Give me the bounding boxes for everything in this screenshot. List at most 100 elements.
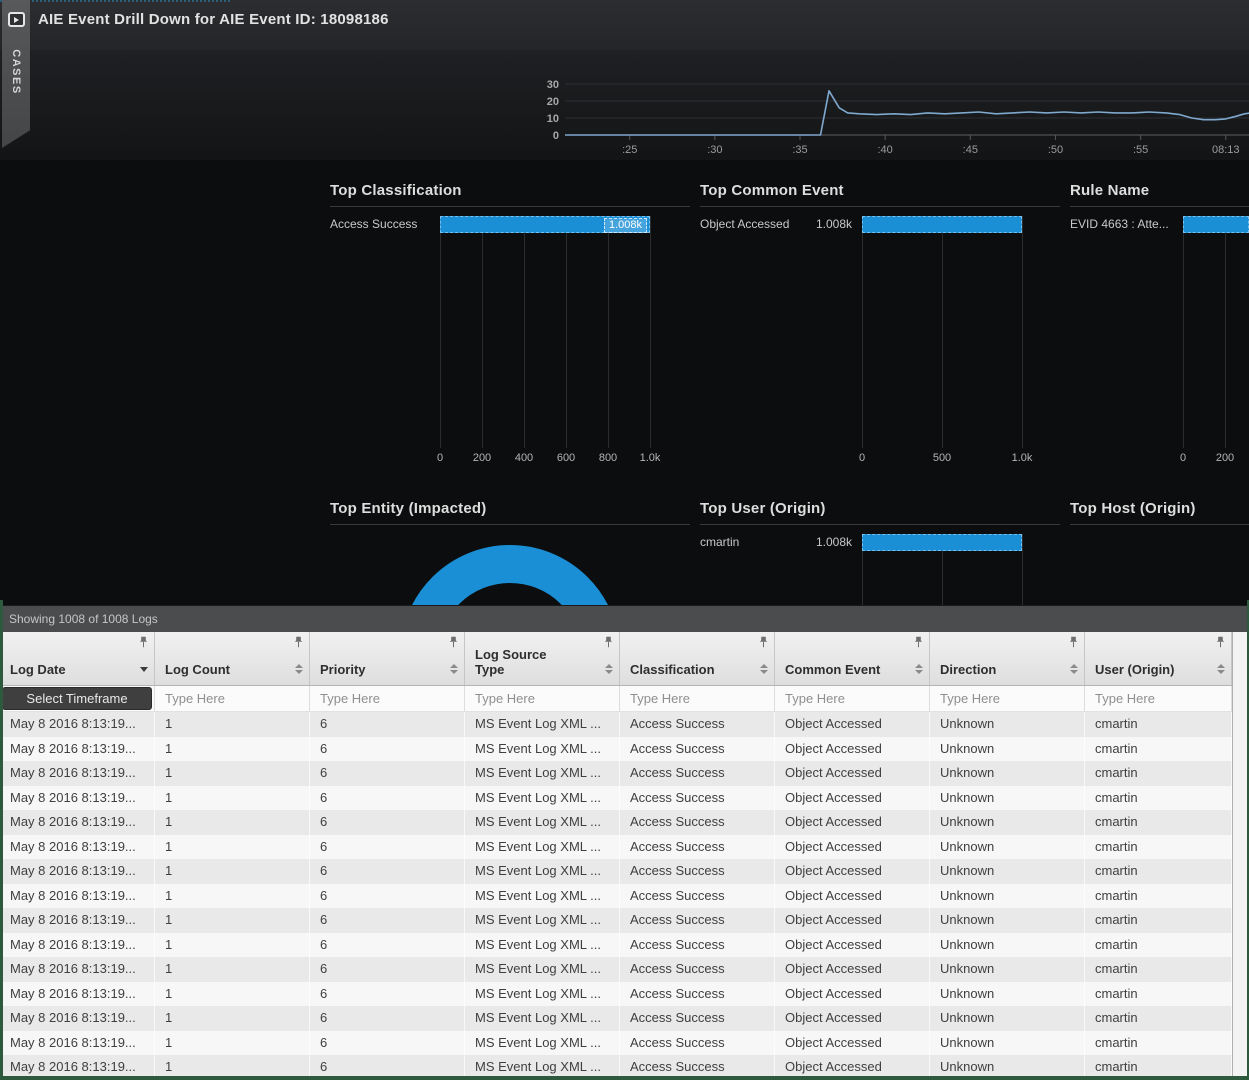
pin-icon[interactable] (449, 636, 458, 648)
bar-access-success[interactable]: 1.008k (440, 216, 650, 233)
table-cell: Access Success (620, 761, 775, 786)
table-cell: cmartin (1085, 859, 1232, 884)
column-header-log-source-type[interactable]: Log Source Type (465, 632, 620, 685)
table-row[interactable]: May 8 2016 8:13:19...16MS Event Log XML … (0, 933, 1232, 958)
table-row[interactable]: May 8 2016 8:13:19...16MS Event Log XML … (0, 1031, 1232, 1056)
filter-input-log-count[interactable] (155, 691, 309, 706)
svg-text::45: :45 (963, 144, 978, 156)
pin-icon[interactable] (1216, 636, 1225, 648)
column-header-log-date[interactable]: Log Date (0, 632, 155, 685)
status-bar: Showing 1008 of 1008 Logs (0, 605, 1249, 632)
column-header-classification[interactable]: Classification (620, 632, 775, 685)
table-row[interactable]: May 8 2016 8:13:19...16MS Event Log XML … (0, 761, 1232, 786)
pin-icon[interactable] (914, 636, 923, 648)
screen-edge-left (0, 600, 3, 1080)
column-label: Log Date (10, 662, 66, 677)
axis-tick-label: 0 (1180, 452, 1186, 464)
filter-cell-log-date: Select Timeframe (0, 686, 155, 711)
sort-toggle-icon[interactable] (295, 664, 303, 674)
table-row[interactable]: May 8 2016 8:13:19...16MS Event Log XML … (0, 810, 1232, 835)
table-cell: 6 (310, 982, 465, 1007)
gridline (1225, 216, 1226, 448)
cases-tab[interactable]: CASES (2, 0, 30, 148)
axis-tick-label: 0 (437, 452, 443, 464)
sort-toggle-icon[interactable] (450, 664, 458, 674)
pin-icon[interactable] (759, 636, 768, 648)
table-row[interactable]: May 8 2016 8:13:19...16MS Event Log XML … (0, 1006, 1232, 1031)
table-row[interactable]: May 8 2016 8:13:19...16MS Event Log XML … (0, 835, 1232, 860)
filter-input-log-source-type[interactable] (465, 691, 619, 706)
table-body: May 8 2016 8:13:19...16MS Event Log XML … (0, 712, 1249, 1080)
pin-icon[interactable] (604, 636, 613, 648)
table-cell: May 8 2016 8:13:19... (0, 982, 155, 1007)
table-cell: 6 (310, 737, 465, 762)
pin-icon[interactable] (139, 636, 148, 648)
column-header-direction[interactable]: Direction (930, 632, 1085, 685)
table-row[interactable]: May 8 2016 8:13:19...16MS Event Log XML … (0, 859, 1232, 884)
chart-top-classification: Top Classification Access Success 1.008k… (330, 182, 690, 448)
bar-category-label: EVID 4663 : Atte... (1070, 217, 1169, 231)
table-cell: cmartin (1085, 761, 1232, 786)
table-row[interactable]: May 8 2016 8:13:19...16MS Event Log XML … (0, 712, 1232, 737)
select-timeframe-button[interactable]: Select Timeframe (2, 687, 152, 710)
table-cell: Unknown (930, 957, 1085, 982)
bar-object-accessed[interactable] (862, 216, 1022, 233)
sort-toggle-icon[interactable] (1070, 664, 1078, 674)
axis-tick-label: 200 (473, 452, 491, 464)
table-cell: 1 (155, 908, 310, 933)
table-cell: Access Success (620, 810, 775, 835)
table-cell: 6 (310, 786, 465, 811)
timeline-svg: 0102030:25:30:35:40:45:50:5508:13 (505, 78, 1249, 160)
table-cell: Unknown (930, 982, 1085, 1007)
table-row[interactable]: May 8 2016 8:13:19...16MS Event Log XML … (0, 737, 1232, 762)
axis-tick-label: 800 (599, 452, 617, 464)
table-cell: 1 (155, 1006, 310, 1031)
filter-input-direction[interactable] (930, 691, 1084, 706)
bar-plot-area (1183, 216, 1249, 448)
table-row[interactable]: May 8 2016 8:13:19...16MS Event Log XML … (0, 908, 1232, 933)
filter-input-user-origin[interactable] (1085, 691, 1231, 706)
sort-toggle-icon[interactable] (1217, 664, 1225, 674)
filter-cell-user-origin (1085, 686, 1232, 711)
table-cell: 1 (155, 859, 310, 884)
chart-title-top-entity: Top Entity (Impacted) (330, 500, 690, 525)
table-cell: 6 (310, 1006, 465, 1031)
sort-desc-icon[interactable] (140, 667, 148, 672)
table-cell: May 8 2016 8:13:19... (0, 1006, 155, 1031)
column-header-user-origin[interactable]: User (Origin) (1085, 632, 1232, 685)
table-row[interactable]: May 8 2016 8:13:19...16MS Event Log XML … (0, 957, 1232, 982)
screen-edge-bottom (0, 1076, 1249, 1080)
filter-input-classification[interactable] (620, 691, 774, 706)
table-cell: May 8 2016 8:13:19... (0, 933, 155, 958)
table-cell: Access Success (620, 908, 775, 933)
column-header-priority[interactable]: Priority (310, 632, 465, 685)
column-header-common-event[interactable]: Common Event (775, 632, 930, 685)
filter-input-priority[interactable] (310, 691, 464, 706)
pin-icon[interactable] (294, 636, 303, 648)
table-cell: Object Accessed (775, 982, 930, 1007)
table-cell: MS Event Log XML ... (465, 982, 620, 1007)
table-header: Log Date Log CountPriorityLog Source Type… (0, 632, 1232, 686)
sort-toggle-icon[interactable] (605, 664, 613, 674)
gridline (1183, 216, 1184, 448)
table-row[interactable]: May 8 2016 8:13:19...16MS Event Log XML … (0, 884, 1232, 909)
svg-text:08:13: 08:13 (1212, 144, 1240, 156)
titlebar: CASES AIE Event Drill Down for AIE Event… (0, 0, 1249, 50)
sort-toggle-icon[interactable] (915, 664, 923, 674)
donut-chart[interactable] (395, 545, 625, 605)
table-row[interactable]: May 8 2016 8:13:19...16MS Event Log XML … (0, 982, 1232, 1007)
table-cell: May 8 2016 8:13:19... (0, 786, 155, 811)
column-header-log-count[interactable]: Log Count (155, 632, 310, 685)
bar-plot-area: 1.008k (440, 216, 650, 448)
pin-icon[interactable] (1069, 636, 1078, 648)
log-table: Log Date Log CountPriorityLog Source Type… (0, 632, 1249, 1080)
page-title: AIE Event Drill Down for AIE Event ID: 1… (38, 11, 389, 28)
filter-input-common-event[interactable] (775, 691, 929, 706)
table-row[interactable]: May 8 2016 8:13:19...16MS Event Log XML … (0, 786, 1232, 811)
sort-toggle-icon[interactable] (760, 664, 768, 674)
bar-plot-area (862, 534, 1022, 605)
table-cell: 6 (310, 884, 465, 909)
bar-cmartin[interactable] (862, 534, 1022, 551)
play-icon[interactable] (8, 12, 25, 27)
bar-evid-4663[interactable] (1183, 216, 1249, 233)
